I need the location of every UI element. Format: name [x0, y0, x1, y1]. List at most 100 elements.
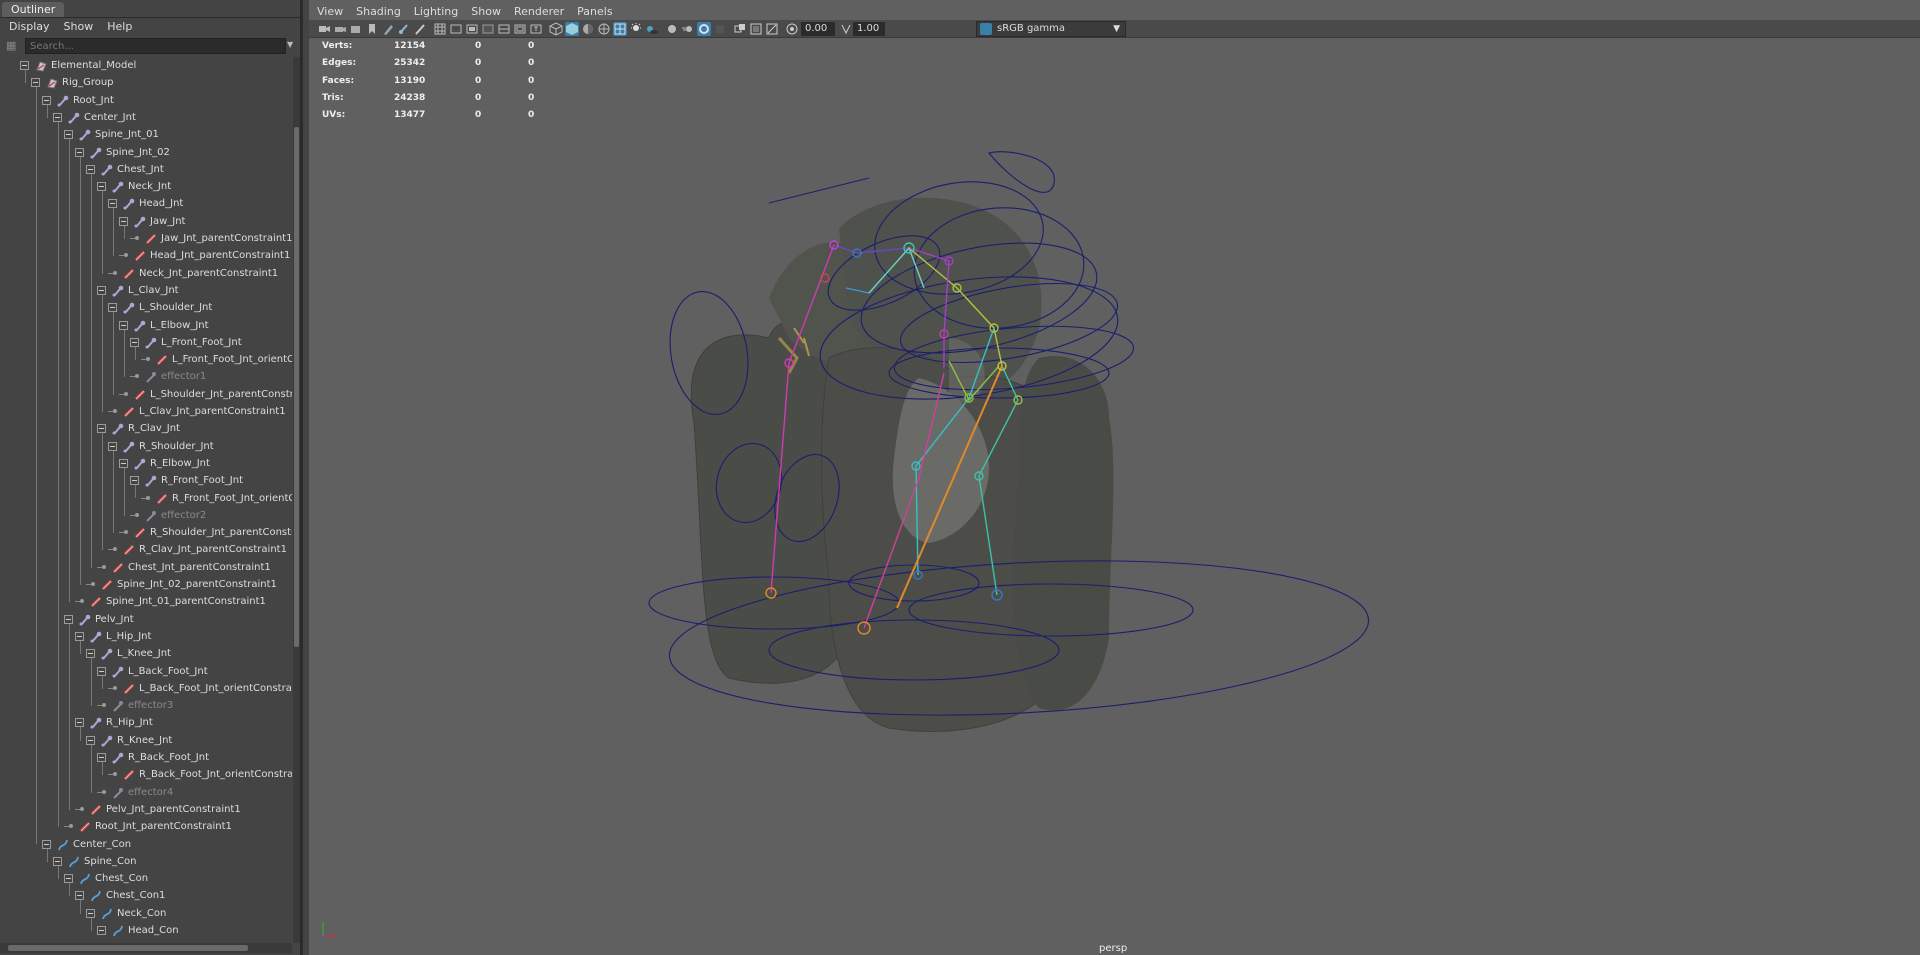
outliner-item[interactable]: Center_Jnt: [0, 109, 292, 126]
collapse-toggle-icon[interactable]: [64, 874, 73, 884]
color-management-icon[interactable]: [980, 23, 992, 35]
grease-pencil-icon[interactable]: [413, 22, 427, 36]
collapse-toggle-icon[interactable]: [130, 337, 139, 347]
outliner-item[interactable]: Elemental_Model: [0, 57, 292, 74]
collapse-toggle-icon[interactable]: [64, 614, 73, 624]
textured-icon[interactable]: [613, 22, 627, 36]
search-input[interactable]: [25, 38, 286, 54]
outliner-item[interactable]: Head_Jnt_parentConstraint1: [0, 247, 292, 264]
scrollbar-thumb[interactable]: [294, 127, 299, 647]
use-default-material-icon[interactable]: [581, 22, 595, 36]
color-space-dropdown[interactable]: sRGB gamma ▼: [976, 21, 1126, 37]
outliner-item[interactable]: Neck_Con: [0, 905, 292, 922]
collapse-toggle-icon[interactable]: [119, 320, 128, 330]
field-chart-icon[interactable]: [497, 22, 511, 36]
outliner-item[interactable]: L_Back_Foot_Jnt_orientConstraint1: [0, 680, 292, 697]
collapse-toggle-icon[interactable]: [108, 199, 117, 209]
outliner-tab[interactable]: Outliner: [2, 2, 65, 18]
outliner-item[interactable]: Spine_Jnt_01: [0, 126, 292, 143]
outliner-item[interactable]: L_Clav_Jnt_parentConstraint1: [0, 403, 292, 420]
smooth-shade-all-icon[interactable]: [565, 22, 579, 36]
search-options-dropdown-icon[interactable]: ▼: [287, 40, 297, 50]
outliner-item[interactable]: L_Knee_Jnt: [0, 645, 292, 662]
outliner-item[interactable]: R_Front_Foot_Jnt: [0, 472, 292, 489]
collapse-toggle-icon[interactable]: [119, 458, 128, 468]
grid-icon[interactable]: [433, 22, 447, 36]
bookmark-icon[interactable]: [365, 22, 379, 36]
outliner-item[interactable]: Spine_Jnt_01_parentConstraint1: [0, 593, 292, 610]
outliner-item[interactable]: L_Hip_Jnt: [0, 628, 292, 645]
depth-of-field-icon[interactable]: [713, 22, 727, 36]
gamma-field[interactable]: 1.00: [853, 22, 885, 36]
film-gate-icon[interactable]: [449, 22, 463, 36]
collapse-toggle-icon[interactable]: [75, 631, 84, 641]
filter-icon[interactable]: ▦: [6, 40, 18, 52]
outliner-item[interactable]: Spine_Jnt_02: [0, 144, 292, 161]
image-plane-icon[interactable]: [381, 22, 395, 36]
shadows-icon[interactable]: [645, 22, 659, 36]
collapse-toggle-icon[interactable]: [86, 164, 95, 174]
outliner-item[interactable]: L_Shoulder_Jnt_parentConstraint: [0, 386, 292, 403]
exposure-field[interactable]: 0.00: [801, 22, 835, 36]
outliner-item[interactable]: Head_Jnt: [0, 195, 292, 212]
outliner-item[interactable]: Chest_Con: [0, 870, 292, 887]
outliner-item[interactable]: R_Front_Foot_Jnt_orientCon: [0, 490, 292, 507]
collapse-toggle-icon[interactable]: [64, 130, 73, 140]
outliner-item[interactable]: Rig_Group: [0, 74, 292, 91]
outliner-item[interactable]: Center_Con: [0, 836, 292, 853]
outliner-item[interactable]: L_Clav_Jnt: [0, 282, 292, 299]
multisample-aa-icon[interactable]: [697, 22, 711, 36]
collapse-toggle-icon[interactable]: [119, 216, 128, 226]
menu-panels[interactable]: Panels: [577, 3, 612, 21]
outliner-item[interactable]: Jaw_Jnt: [0, 213, 292, 230]
outliner-item[interactable]: R_Back_Foot_Jnt: [0, 749, 292, 766]
outliner-item[interactable]: effector4: [0, 784, 292, 801]
collapse-toggle-icon[interactable]: [53, 112, 62, 122]
screen-space-ao-icon[interactable]: [665, 22, 679, 36]
menu-show[interactable]: Show: [471, 3, 501, 21]
collapse-toggle-icon[interactable]: [42, 839, 51, 849]
outliner-item[interactable]: Head_Con: [0, 922, 292, 939]
outliner-item[interactable]: R_Hip_Jnt: [0, 714, 292, 731]
collapse-toggle-icon[interactable]: [20, 61, 29, 70]
outliner-item[interactable]: Chest_Con1: [0, 887, 292, 904]
collapse-toggle-icon[interactable]: [42, 95, 51, 105]
outliner-item[interactable]: L_Back_Foot_Jnt: [0, 663, 292, 680]
wireframe-on-shaded-icon[interactable]: [597, 22, 611, 36]
menu-shading[interactable]: Shading: [356, 3, 401, 21]
outliner-item[interactable]: L_Front_Foot_Jnt_orientCons: [0, 351, 292, 368]
outliner-item[interactable]: R_Shoulder_Jnt: [0, 438, 292, 455]
collapse-toggle-icon[interactable]: [53, 856, 62, 866]
collapse-toggle-icon[interactable]: [97, 926, 106, 935]
lock-camera-icon[interactable]: [333, 22, 347, 36]
collapse-toggle-icon[interactable]: [75, 718, 84, 728]
xray-joints-icon[interactable]: [765, 22, 779, 36]
outliner-item[interactable]: Root_Jnt: [0, 92, 292, 109]
outliner-item[interactable]: R_Back_Foot_Jnt_orientConstraint1: [0, 766, 292, 783]
menu-display[interactable]: Display: [9, 18, 50, 35]
collapse-toggle-icon[interactable]: [75, 891, 84, 901]
outliner-item[interactable]: effector2: [0, 507, 292, 524]
collapse-toggle-icon[interactable]: [108, 303, 117, 313]
wireframe-icon[interactable]: [549, 22, 563, 36]
outliner-item[interactable]: R_Elbow_Jnt: [0, 455, 292, 472]
xray-icon[interactable]: [749, 22, 763, 36]
camera-attributes-icon[interactable]: [349, 22, 363, 36]
collapse-toggle-icon[interactable]: [97, 666, 106, 676]
collapse-toggle-icon[interactable]: [86, 908, 95, 918]
use-all-lights-icon[interactable]: [629, 22, 643, 36]
outliner-item[interactable]: R_Knee_Jnt: [0, 732, 292, 749]
outliner-item[interactable]: Root_Jnt_parentConstraint1: [0, 818, 292, 835]
menu-view[interactable]: View: [317, 3, 343, 21]
menu-renderer[interactable]: Renderer: [514, 3, 564, 21]
menu-lighting[interactable]: Lighting: [414, 3, 458, 21]
outliner-item[interactable]: effector1: [0, 368, 292, 385]
outliner-horizontal-scrollbar[interactable]: [0, 943, 292, 953]
outliner-vertical-scrollbar[interactable]: [293, 57, 300, 943]
outliner-item[interactable]: Spine_Jnt_02_parentConstraint1: [0, 576, 292, 593]
collapse-toggle-icon[interactable]: [97, 182, 106, 192]
gate-mask-icon[interactable]: [481, 22, 495, 36]
2d-pan-zoom-icon[interactable]: [397, 22, 411, 36]
collapse-toggle-icon[interactable]: [86, 649, 95, 659]
resolution-gate-icon[interactable]: [465, 22, 479, 36]
